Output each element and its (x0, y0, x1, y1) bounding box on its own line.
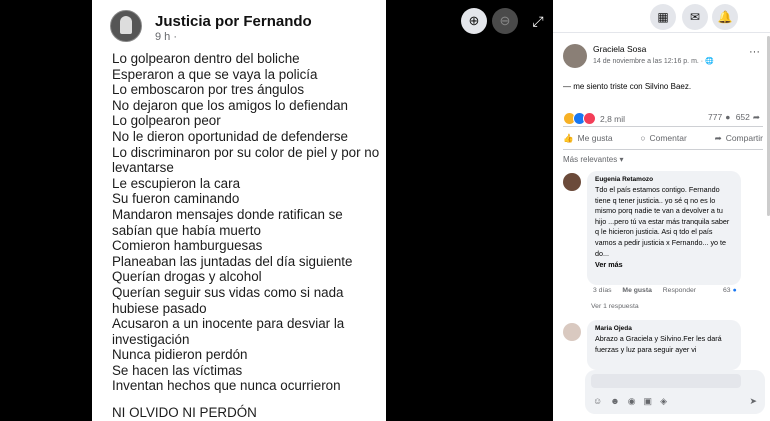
post-date[interactable]: 14 de noviembre a las 12:16 p. m. · 🌐 (593, 57, 714, 65)
send-icon[interactable]: ➤ (749, 396, 757, 407)
notifications-button[interactable]: 🔔 (712, 4, 738, 30)
zoom-in-button[interactable]: ⊕ (461, 8, 487, 34)
like-reaction-icon: ● (732, 287, 737, 294)
image-line: No dejaron que los amigos lo defiendan (112, 97, 348, 113)
image-line: Lo golpearon peor (112, 113, 221, 129)
image-post-time: 9 h · (155, 31, 178, 43)
comment-meta: 3 días Me gusta Responder (593, 287, 705, 294)
like-label: Me gusta (577, 132, 613, 143)
post-sidebar: ▦ ✉ 🔔 Graciela Sosa 14 de noviembre a la… (553, 0, 770, 421)
comment-button[interactable]: ○ Comentar (640, 133, 686, 143)
comments-count[interactable]: 777 (708, 112, 722, 122)
image-line: Mandaron mensajes donde ratifican se sab… (112, 206, 343, 238)
comment-composer[interactable]: ☺☻◉▣◈ ➤ (585, 370, 765, 414)
mention-link[interactable]: Silvino Baez (645, 82, 689, 91)
comment-author[interactable]: Eugenia Retamozo (595, 176, 733, 183)
comment-author[interactable]: Maria Ojeda (595, 325, 733, 332)
post-text: — me siento triste con Silvino Baez. (563, 82, 691, 91)
messenger-icon: ✉ (689, 10, 701, 24)
comment-reaction-number: 63 (723, 287, 731, 294)
top-bar: ▦ ✉ 🔔 (553, 0, 770, 33)
post-text-prefix: — me siento triste con (563, 82, 645, 91)
sticker-icon[interactable]: ◈ (660, 396, 675, 406)
image-line: Planeaban las juntadas del día siguiente (112, 253, 353, 269)
share-icon: ➦ (714, 132, 722, 143)
grid-menu-icon: ▦ (657, 10, 669, 24)
image-line: Se hacen las víctimas (112, 362, 243, 378)
comment-input[interactable] (591, 374, 741, 388)
comment-reaction-count[interactable]: 63 ● (723, 287, 746, 294)
composer-tools: ☺☻◉▣◈ (593, 396, 675, 407)
avatar[interactable] (563, 173, 581, 191)
see-more-link[interactable]: Ver más (595, 260, 733, 269)
view-replies-link[interactable]: Ver 1 respuesta (591, 303, 639, 310)
comment-like-link[interactable]: Me gusta (622, 287, 651, 294)
comment-reply-link[interactable]: Responder (663, 287, 696, 294)
image-line: Inventan hechos que nunca ocurrieron (112, 378, 341, 394)
image-line: Lo emboscaron por tres ángulos (112, 82, 305, 98)
camera-icon[interactable]: ◉ (628, 396, 644, 406)
avatar[interactable] (563, 323, 581, 341)
engagement-counts: 777 ● 652 ➦ (708, 112, 763, 123)
messenger-button[interactable]: ✉ (682, 4, 708, 30)
image-line: Querían drogas y alcohol (112, 269, 262, 285)
post-text-suffix: . (688, 82, 692, 91)
avatar[interactable] (563, 44, 587, 68)
image-text-lines: Lo golpearon dentro del boliche Esperaro… (112, 51, 382, 394)
shares-count[interactable]: 652 (736, 112, 750, 122)
avatar (110, 10, 142, 42)
zoom-out-icon: ⊖ (499, 13, 511, 28)
menu-button[interactable]: ▦ (650, 4, 676, 30)
image-line: Le escupieron la cara (112, 175, 241, 191)
image-line: Esperaron a que se vaya la policía (112, 66, 318, 82)
comment-icon: ○ (640, 133, 646, 143)
thumbs-up-icon: 👍 (563, 132, 574, 143)
image-line: Acusaron a un inocente para desviar la i… (112, 316, 345, 347)
comment-text: Tdo el país estamos contigo. Fernando ti… (595, 185, 730, 258)
image-line: No le dieron oportunidad de defenderse (112, 128, 348, 144)
share-count-icon: ➦ (752, 112, 761, 122)
image-post-author: Justicia por Fernando (155, 13, 312, 30)
comment-count-icon: ● (725, 112, 731, 122)
fullscreen-button[interactable]: ⤢ (525, 8, 551, 34)
love-reaction-icon (583, 112, 596, 125)
sort-comments-dropdown[interactable]: Más relevantes ▾ (563, 155, 623, 164)
image-final-line: NI OLVIDO NI PERDÓN (112, 405, 257, 420)
comment-bubble: Eugenia Retamozo Tdo el país estamos con… (587, 171, 741, 285)
like-button[interactable]: 👍 Me gusta (563, 133, 613, 144)
comment-time[interactable]: 3 días (593, 287, 612, 294)
avatar-sticker-icon[interactable]: ☺ (593, 396, 610, 406)
comment-label: Comentar (649, 133, 687, 143)
reaction-summary[interactable]: 2,8 mil (563, 112, 625, 125)
zoom-out-button[interactable]: ⊖ (492, 8, 518, 34)
more-options-icon[interactable]: ··· (749, 46, 760, 58)
image-line: Querían seguir sus vidas como si nada hu… (112, 284, 344, 316)
zoom-in-icon: ⊕ (468, 13, 480, 28)
image-line: Nunca pidieron perdón (112, 347, 248, 363)
share-label: Compartir (725, 132, 763, 143)
post-author[interactable]: Graciela Sosa (593, 44, 646, 54)
post-image[interactable]: Justicia por Fernando 9 h · Lo golpearon… (92, 0, 386, 421)
image-line: Lo golpearon dentro del boliche (112, 51, 300, 66)
photo-viewer: Justicia por Fernando 9 h · Lo golpearon… (0, 0, 553, 421)
bell-icon: 🔔 (717, 10, 733, 24)
emoji-icon[interactable]: ☻ (610, 396, 627, 406)
image-line: Comieron hamburguesas (112, 238, 263, 254)
fullscreen-icon: ⤢ (532, 12, 544, 29)
image-line: Su fueron caminando (112, 191, 240, 207)
comment-text: Abrazo a Graciela y Silvino.Fer les dará… (595, 334, 722, 354)
image-line: Lo discriminaron por su color de piel y … (112, 144, 380, 176)
gif-icon[interactable]: ▣ (644, 396, 661, 406)
share-button[interactable]: ➦ Compartir (715, 133, 763, 144)
comment-bubble: Maria Ojeda Abrazo a Graciela y Silvino.… (587, 320, 741, 370)
action-bar: 👍 Me gusta ○ Comentar ➦ Compartir (563, 126, 763, 150)
reaction-count: 2,8 mil (600, 113, 626, 124)
